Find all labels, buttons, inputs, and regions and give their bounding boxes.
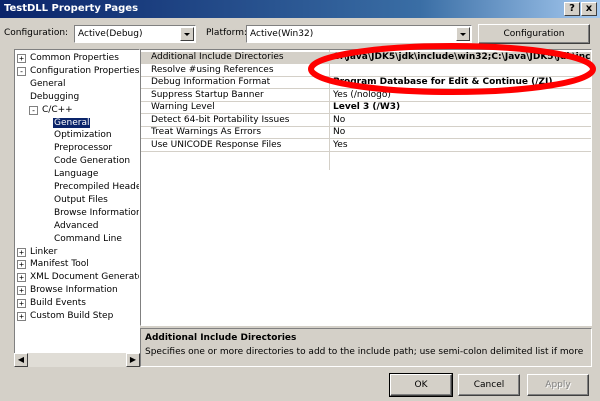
collapse-icon[interactable]: - [29,105,38,115]
tree-item-label: Command Line [54,233,122,244]
apply-label: Apply [545,380,571,390]
ok-button[interactable]: OK [390,374,452,396]
property-value[interactable]: Yes [333,140,348,150]
property-name: Debug Information Format [151,77,271,87]
tree-item-label: Optimization [54,130,112,141]
scroll-left-button[interactable]: ◀ [14,353,28,367]
tree-item[interactable]: Preprocessor [53,143,113,155]
expand-icon[interactable]: + [17,286,26,296]
close-icon: x [585,3,593,14]
annotation-ellipse [308,43,596,95]
tree-item[interactable]: Code Generation [53,156,131,168]
tree-item-label: Debugging [30,91,80,102]
window-title: TestDLL Property Pages [4,3,139,14]
property-name: Suppress Startup Banner [151,89,264,100]
tree-item-label: C/C++ [42,104,73,115]
tree-horizontal-scrollbar[interactable]: ◀ ▶ [14,353,140,367]
property-name: Detect 64-bit Portability Issues [151,114,290,125]
tree-item-label: Common Properties [30,53,119,63]
configuration-label: Configuration: [4,28,69,38]
tree-item-label: Configuration Properties [30,65,140,76]
configuration-select[interactable]: Active(Debug) [74,25,196,43]
close-button[interactable]: x [581,2,597,16]
collapse-icon[interactable]: - [17,66,26,76]
tree-item-label: Linker [30,246,58,257]
property-name: Resolve #using References [151,64,274,75]
tree-item-label: Preprocessor [54,143,113,154]
tree-item[interactable]: General [53,117,91,130]
cancel-button[interactable]: Cancel [458,374,520,396]
expand-icon[interactable]: + [17,247,26,257]
description-text: Specifies one or more directories to add… [145,347,585,357]
tree-item[interactable]: Precompiled Header [53,182,140,194]
tree-item-label: Build Events [30,298,86,309]
description-title: Additional Include Directories [145,333,297,343]
apply-button[interactable]: Apply [527,374,589,396]
category-tree[interactable]: + Common Properties - Configuration Propert… [14,49,140,367]
configuration-value: Active(Debug) [78,29,143,39]
platform-label: Platform: [206,28,247,38]
description-panel: Additional Include Directories Specifies… [140,328,592,367]
platform-value: Active(Win32) [250,29,314,39]
tree-item-label: Advanced [54,220,99,231]
tree-item[interactable]: + Common Properties [17,53,120,65]
tree-item[interactable]: Optimization [53,130,113,142]
property-row[interactable]: Use UNICODE Response Files Yes [141,139,591,152]
property-row[interactable]: Treat Warnings As Errors No [141,127,591,139]
property-value[interactable]: Level 3 (/W3) [333,102,400,112]
property-row[interactable]: Detect 64-bit Portability Issues No [141,114,591,127]
red-ellipse-annotation [308,43,596,95]
chevron-down-icon[interactable] [456,27,470,41]
expand-icon[interactable]: + [17,260,26,270]
title-bar: TestDLL Property Pages ? x [0,0,600,18]
tree-item[interactable]: + Manifest Tool [17,259,90,271]
tree-item[interactable]: Language [53,169,99,181]
property-name: Use UNICODE Response Files [151,139,282,150]
tree-item-label: Precompiled Header [54,182,140,192]
tree-item-label: Language [54,169,99,180]
ok-label: OK [414,380,428,390]
expand-icon[interactable]: + [17,299,26,309]
property-name: Treat Warnings As Errors [151,127,262,137]
expand-icon[interactable]: + [17,273,26,283]
tree-item-label: Custom Build Step [30,311,114,321]
property-row[interactable]: Warning Level Level 3 (/W3) [141,102,591,114]
expand-icon[interactable]: + [17,54,26,63]
property-value[interactable]: No [333,127,345,137]
tree-item-label: Browse Information [30,285,118,296]
tree-item-label: Manifest Tool [30,259,89,270]
expand-icon[interactable]: + [17,312,26,321]
tree-item[interactable]: + Browse Information [17,285,119,297]
tree-item[interactable]: Advanced [53,221,99,233]
help-button[interactable]: ? [564,2,580,16]
help-icon: ? [569,3,575,14]
tree-item-label: Code Generation [54,156,131,167]
tree-item-label: General [53,117,91,128]
tree-item-label: XML Document Generator [30,272,140,283]
property-name: Warning Level [151,102,215,112]
tree-item[interactable]: Output Files [53,195,109,207]
property-name: Additional Include Directories [151,52,284,62]
scroll-right-button[interactable]: ▶ [126,353,140,367]
tree-item[interactable]: + Linker [17,247,58,259]
tree-item[interactable]: - Configuration Properties [17,65,140,78]
property-value[interactable]: No [333,115,345,125]
tree-item-label: Browse Information [54,207,140,218]
tree-item-label: General [30,78,66,89]
tree-item[interactable]: - C/C++ [29,105,74,117]
tree-item-label: Output Files [54,194,108,205]
tree-item[interactable]: + XML Document Generator [17,272,140,284]
tree-item[interactable]: Browse Information [53,207,140,220]
tree-item[interactable]: + Build Events [17,298,87,310]
tree-item[interactable]: + Custom Build Step [17,311,114,323]
tree-item[interactable]: General [29,79,66,91]
tree-item[interactable]: Command Line [53,234,123,246]
chevron-down-icon[interactable] [180,27,194,41]
cancel-label: Cancel [473,380,505,390]
tree-item[interactable]: Debugging [29,92,80,104]
